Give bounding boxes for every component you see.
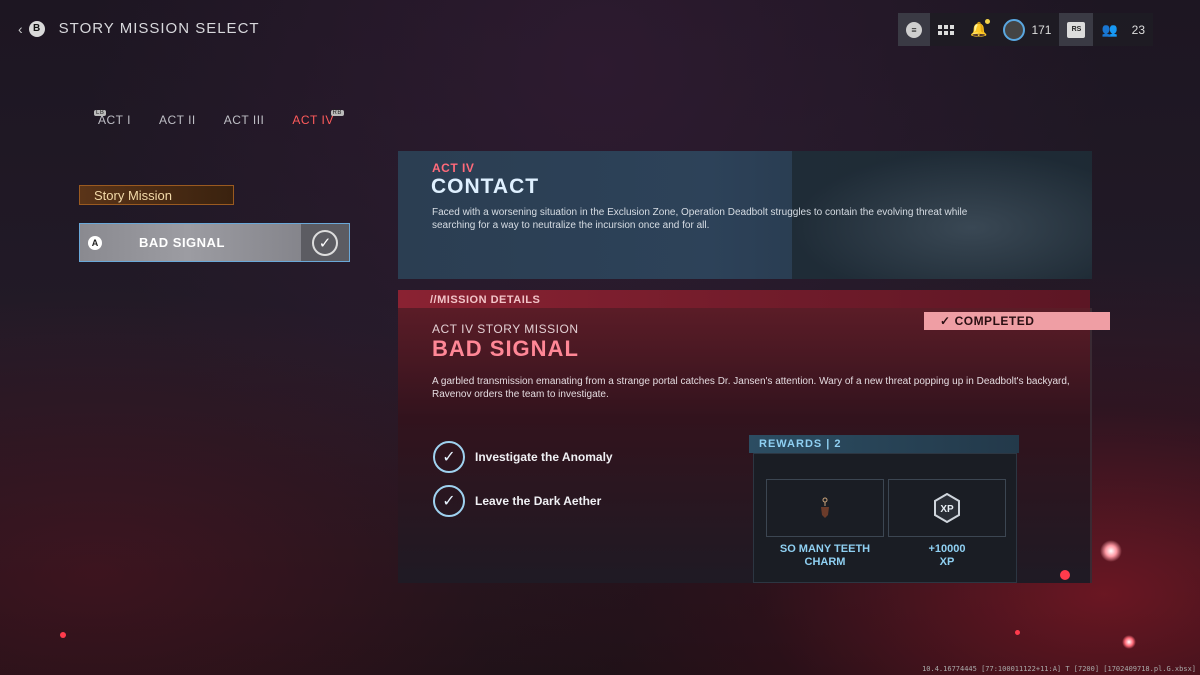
tab-act-1[interactable]: LB ACT I bbox=[94, 110, 131, 131]
player-level-value: 171 bbox=[1031, 22, 1052, 37]
objective-label: Investigate the Anomaly bbox=[475, 450, 613, 464]
tab-act-2[interactable]: ACT II bbox=[159, 113, 196, 131]
status-label: COMPLETED bbox=[954, 314, 1035, 328]
rs-button-icon: RS bbox=[1067, 21, 1086, 38]
tab-act-3[interactable]: ACT III bbox=[224, 113, 265, 131]
rewards-header: REWARDS | 2 bbox=[749, 435, 1019, 453]
reward-label-line1: +10000 bbox=[928, 543, 966, 555]
check-icon: ✓ bbox=[940, 314, 951, 328]
page-title: STORY MISSION SELECT bbox=[58, 20, 260, 37]
reward-item[interactable]: XP bbox=[888, 479, 1006, 537]
act-panel: ACT IV CONTACT Faced with a worsening si… bbox=[398, 151, 1092, 279]
objective-label: Leave the Dark Aether bbox=[475, 494, 602, 508]
party-button[interactable]: 👥 23 bbox=[1093, 13, 1153, 46]
spark-decoration bbox=[1122, 635, 1136, 649]
spark-decoration bbox=[1060, 570, 1070, 580]
spark-decoration bbox=[1015, 630, 1020, 635]
mission-name: BAD SIGNAL bbox=[139, 235, 225, 250]
mission-subtitle: ACT IV STORY MISSION bbox=[432, 322, 579, 336]
grid-button[interactable] bbox=[930, 13, 962, 46]
status-badge: ✓ COMPLETED bbox=[924, 312, 1110, 330]
top-right-bar: ≡ 🔔 171 RS 👥 23 bbox=[898, 13, 1154, 46]
menu-button[interactable]: ≡ bbox=[898, 13, 930, 46]
grid-icon bbox=[938, 24, 954, 35]
tab-label: ACT IV bbox=[292, 113, 334, 127]
reward-label: SO MANY TEETH CHARM bbox=[766, 543, 884, 569]
bell-icon: 🔔 bbox=[970, 19, 991, 38]
rs-button[interactable]: RS bbox=[1059, 13, 1094, 46]
xp-icon-text: XP bbox=[940, 504, 954, 515]
reward-label-line2: CHARM bbox=[804, 556, 846, 568]
checkmark-icon: ✓ bbox=[433, 485, 465, 517]
tab-label: ACT III bbox=[223, 113, 265, 127]
mission-title: BAD SIGNAL bbox=[432, 336, 579, 361]
rb-button-icon: RB bbox=[330, 110, 344, 116]
mission-status: ✓ bbox=[301, 224, 349, 261]
a-button-icon: A bbox=[88, 235, 102, 250]
rewards-panel: XP SO MANY TEETH CHARM +10000 XP bbox=[753, 453, 1017, 583]
avatar bbox=[1003, 18, 1026, 41]
act-subtitle: ACT IV bbox=[432, 161, 475, 175]
objective-item: ✓ Leave the Dark Aether bbox=[433, 485, 601, 517]
mission-details-bar: //MISSION DETAILS bbox=[398, 290, 1090, 308]
checkmark-icon: ✓ bbox=[433, 441, 465, 473]
charm-icon bbox=[821, 497, 829, 518]
notifications-button[interactable]: 🔔 bbox=[962, 13, 995, 46]
xp-icon: XP bbox=[934, 493, 960, 523]
chevron-left-icon: ‹ bbox=[18, 20, 23, 37]
reward-label: +10000 XP bbox=[888, 543, 1006, 569]
objective-item: ✓ Investigate the Anomaly bbox=[433, 441, 613, 473]
menu-icon: ≡ bbox=[906, 21, 922, 38]
reward-label-line2: XP bbox=[939, 556, 955, 568]
act-title: CONTACT bbox=[431, 175, 540, 198]
lb-button-icon: LB bbox=[94, 110, 107, 116]
story-mission-label: Story Mission bbox=[79, 185, 234, 205]
header-back[interactable]: ‹ B STORY MISSION SELECT bbox=[18, 20, 260, 37]
tab-act-4[interactable]: ACT IV RB bbox=[292, 110, 344, 131]
tab-label: ACT II bbox=[158, 113, 196, 127]
mission-description: A garbled transmission emanating from a … bbox=[432, 376, 1070, 400]
act-tabs: LB ACT I ACT II ACT III ACT IV RB bbox=[94, 110, 344, 131]
party-count: 23 bbox=[1131, 22, 1146, 37]
party-icon: 👥 bbox=[1101, 21, 1118, 37]
mission-item-bad-signal[interactable]: A BAD SIGNAL ✓ bbox=[79, 223, 350, 262]
b-button-icon: B bbox=[28, 20, 45, 37]
reward-label-line1: SO MANY TEETH bbox=[779, 543, 871, 555]
checkmark-icon: ✓ bbox=[312, 229, 338, 256]
act-description: Faced with a worsening situation in the … bbox=[432, 207, 968, 231]
player-level[interactable]: 171 bbox=[995, 13, 1059, 46]
spark-decoration bbox=[60, 632, 66, 638]
spark-decoration bbox=[1100, 540, 1122, 562]
build-watermark: 10.4.16774445 [77:100011122+11:A] T [720… bbox=[922, 665, 1196, 673]
mission-details-label: //MISSION DETAILS bbox=[430, 294, 541, 306]
reward-item[interactable] bbox=[766, 479, 884, 537]
